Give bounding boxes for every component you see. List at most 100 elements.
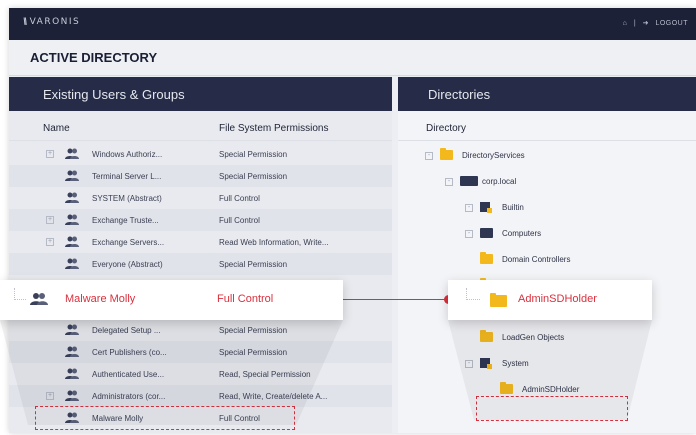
expand-icon[interactable]: + [46,150,54,158]
user-permission: Special Permission [219,348,288,357]
user-name: Windows Authoriz... [92,150,163,159]
varonis-logo[interactable]: \\ VARONIS [23,17,80,27]
user-row[interactable]: Delegated Setup ... Special Permission [9,319,392,341]
adminsdholder-highlight-box [476,396,628,421]
user-permission: Special Permission [219,172,288,181]
user-row[interactable]: SYSTEM (Abstract) Full Control [9,187,392,209]
directory-node[interactable]: - Computers [398,221,696,247]
users-groups-title: Existing Users & Groups [9,77,392,111]
users-icon [65,258,79,269]
users-icon [65,148,79,159]
directory-node[interactable]: - corp.local [398,169,696,195]
directories-panel: Directories Directory - DirectoryServices… [398,77,696,433]
page-title: ACTIVE DIRECTORY [30,50,158,65]
top-right-controls: ⌂ | ➜ LOGOUT [619,19,688,27]
server-icon [460,176,478,186]
col-directory-header[interactable]: Directory [426,123,466,134]
user-row[interactable]: Everyone (Abstract) Special Permission [9,253,392,275]
users-icon [65,236,79,247]
user-name: Delegated Setup ... [92,326,161,335]
highlighted-directory-name: AdminSDHolder [518,293,597,305]
user-row[interactable]: Terminal Server L... Special Permission [9,165,392,187]
home-icon[interactable]: ⌂ [623,20,628,27]
directory-node[interactable]: - System [398,351,696,377]
page-title-bar: ACTIVE DIRECTORY [9,40,696,76]
user-permission: Special Permission [219,326,288,335]
users-groups-panel: Existing Users & Groups Name File System… [9,77,392,433]
user-row[interactable]: + Administrators (cor... Read, Write, Crea… [9,385,392,407]
folder-icon [490,293,507,307]
logout-link[interactable]: LOGOUT [655,20,688,27]
tree-line [466,288,480,300]
user-permission: Full Control [219,216,260,225]
directory-node[interactable]: LoadGen Objects [398,325,696,351]
users-icon [65,324,79,335]
users-icon [65,170,79,181]
user-name: Cert Publishers (co... [92,348,167,357]
expand-icon[interactable]: - [465,204,473,212]
user-row[interactable]: + Windows Authoriz... Special Permission [9,143,392,165]
directory-node[interactable]: - DirectoryServices [398,143,696,169]
users-icon [65,346,79,357]
users-icon [65,390,79,401]
malware-molly-highlight-box [35,406,295,430]
users-icon [65,368,79,379]
user-name: Administrators (cor... [92,392,166,401]
user-permission: Full Control [219,194,260,203]
folder-icon [440,148,453,160]
user-name: Exchange Servers... [92,238,165,247]
col-permissions-header[interactable]: File System Permissions [219,123,328,134]
user-permission: Read, Special Permission [219,370,311,379]
expand-icon[interactable]: - [465,360,473,368]
highlighted-directory-callout[interactable]: AdminSDHolder [448,280,652,320]
tree-line [14,288,26,300]
connector-line [343,299,448,300]
user-permission: Special Permission [219,150,288,159]
directory-label: Builtin [502,203,524,212]
user-row[interactable]: Cert Publishers (co... Special Permission [9,341,392,363]
directory-label: Domain Controllers [502,255,571,264]
highlighted-user-permission: Full Control [217,293,274,305]
user-name: Terminal Server L... [92,172,162,181]
folder-icon [500,382,513,394]
col-name-header[interactable]: Name [43,123,70,134]
directory-label: corp.local [482,177,517,186]
user-permission: Read, Write, Create/delete A... [219,392,328,401]
expand-icon[interactable]: + [46,238,54,246]
directory-node[interactable]: - Builtin [398,195,696,221]
folder-icon [480,330,493,342]
folder-icon [480,252,493,264]
directories-title: Directories [398,77,696,111]
monitor-icon [480,228,493,238]
directory-label: AdminSDHolder [522,385,580,394]
separator: | [633,20,637,27]
directory-label: System [502,359,529,368]
directory-node[interactable]: Domain Controllers [398,247,696,273]
directory-column-header: Directory [398,111,696,141]
user-permission: Read Web Information, Write... [219,238,329,247]
app-window: \\ VARONIS ⌂ | ➜ LOGOUT ACTIVE DIRECTORY … [9,8,696,433]
expand-icon[interactable]: - [445,178,453,186]
directory-label: DirectoryServices [462,151,525,160]
user-row[interactable]: Authenticated Use... Read, Special Permis… [9,363,392,385]
expand-icon[interactable]: + [46,216,54,224]
directory-label: Computers [502,229,542,238]
expand-icon[interactable]: - [465,230,473,238]
document-folder-icon [480,358,492,369]
user-name: Authenticated Use... [92,370,165,379]
user-permission: Special Permission [219,260,288,269]
user-name: Everyone (Abstract) [92,260,163,269]
user-name: SYSTEM (Abstract) [92,194,162,203]
highlighted-user-callout[interactable]: Malware Molly Full Control [0,280,343,320]
user-row[interactable]: + Exchange Servers... Read Web Information… [9,231,392,253]
user-name: Exchange Truste... [92,216,159,225]
top-bar: \\ VARONIS ⌂ | ➜ LOGOUT [9,8,696,40]
users-icon [30,293,48,305]
expand-icon[interactable]: - [425,152,433,160]
user-row[interactable]: + Exchange Truste... Full Control [9,209,392,231]
users-column-headers: Name File System Permissions [9,111,392,141]
directory-label: LoadGen Objects [502,333,565,342]
expand-icon[interactable]: + [46,392,54,400]
logout-icon[interactable]: ➜ [643,20,649,27]
users-icon [65,192,79,203]
